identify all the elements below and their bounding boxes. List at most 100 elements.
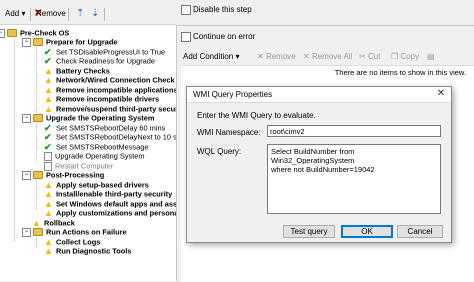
tree-node-label: Upgrade Operating System [55,151,145,161]
warning-icon: ▲ [44,189,53,200]
tree-node[interactable]: ▲ Apply customizations and persona [44,208,176,219]
tree-node[interactable]: ▲ Install/enable third-party security [44,189,173,200]
copy-icon: ❐ [391,52,399,61]
ok-button[interactable]: OK [341,225,393,238]
tree-node[interactable]: ▲ Collect Logs [44,237,100,248]
disable-step-label: Disable this step [193,5,252,14]
remove-label: Remove [36,9,66,18]
tree-node-label: Run Diagnostic Tools [56,246,132,256]
folder-icon [7,29,17,38]
warning-icon: ▲ [44,208,53,219]
tree-node[interactable]: ▲ Run Diagnostic Tools [44,246,132,257]
tree-node-label: Check Readiness for Upgrade [56,56,156,66]
collapse-icon[interactable]: − [22,113,31,123]
dialog-instruction: Enter the WMI Query to evaluate. [197,111,316,120]
folder-icon [33,228,43,237]
tree-node[interactable]: Upgrade Operating System [44,151,145,161]
tree-node-label: Post-Processing [46,170,105,180]
warning-icon: ▲ [44,85,53,96]
tree-node-label: Prepare for Upgrade [46,37,118,47]
check-icon: ✔ [44,132,52,143]
tree-node[interactable]: ▲ Remove incompatible drivers [44,94,160,105]
warning-icon: ▲ [44,75,53,86]
move-down-icon[interactable]: ⇣ [91,8,99,20]
copy-label: Copy [400,52,420,61]
check-icon: ✔ [44,47,52,58]
remove-icon: ✕ [257,52,264,61]
tree-node[interactable]: ✔ Set TSDisableProgressUI to True [44,47,165,58]
tree-node[interactable]: − Run Actions on Failure [22,227,127,237]
copy-button[interactable]: ❐ Copy [391,52,419,61]
divider [177,25,474,26]
toolbar: Add ▾ ✕ Remove ⇡ ⇣ [0,0,176,25]
paste-icon[interactable]: ▤ [427,52,435,61]
disable-step-checkbox[interactable] [181,5,191,15]
tree-node[interactable]: ✔ Set SMSTSRebootDelayNext to 10 secs [44,132,176,143]
tree-node[interactable]: Restart Computer [44,161,113,171]
add-label: Add [5,9,20,18]
tree-node-label: Install/enable third-party security [56,189,173,199]
toolbar-divider [104,8,105,21]
tree-node[interactable]: ▲ Network/Wired Connection Check [44,75,175,86]
folder-icon [33,171,43,180]
cut-button[interactable]: ✂ Cut [359,52,380,61]
collapse-icon[interactable]: − [22,227,31,237]
continue-on-error-label: Continue on error [193,32,256,41]
folder-icon [33,114,43,123]
add-condition-button[interactable]: Add Condition ▾ [183,52,240,61]
tree-node-label: Remove incompatible drivers [56,94,160,104]
dialog-titlebar: WMI Query Properties ✕ [187,87,451,103]
check-icon: ✔ [44,56,52,67]
add-button[interactable]: Add ▾ [5,8,25,20]
tree-node[interactable]: ✔ Check Readiness for Upgrade [44,56,156,67]
wmi-query-dialog: WMI Query Properties ✕ Enter the WMI Que… [186,86,452,243]
warning-icon: ▲ [44,237,53,248]
tree-node[interactable]: − Upgrade the Operating System [22,113,154,123]
tree-node[interactable]: − Post-Processing [22,170,105,180]
tree-node[interactable]: ▲ Rollback [32,218,75,228]
toolbar-divider [68,8,69,21]
cut-label: Cut [367,52,381,61]
dialog-title: WMI Query Properties [193,90,273,99]
collapse-icon[interactable]: − [22,37,31,47]
tree-node[interactable]: ▲ Battery Checks [44,66,110,77]
close-icon[interactable]: ✕ [435,88,447,100]
remove-condition-button[interactable]: ✕ Remove [257,52,296,61]
collapse-icon[interactable]: − [22,170,31,180]
folder-icon [33,38,43,47]
move-up-icon[interactable]: ⇡ [76,8,84,20]
remove-all-icon: ✕ [303,52,310,61]
chevron-down-icon: ▾ [21,9,26,18]
tree-node[interactable]: ▲ Set Windows default apps and ass [44,199,176,210]
remove-condition-label: Remove [265,52,296,61]
add-condition-label: Add Condition [183,52,234,61]
warning-icon: ▲ [44,246,53,257]
collapse-icon[interactable]: − [0,28,5,38]
query-label: WQL Query: [197,147,242,156]
cancel-button[interactable]: Cancel [397,225,443,238]
continue-on-error-checkbox[interactable] [181,32,191,42]
toolbar-divider [30,8,31,21]
namespace-input[interactable]: root\cimv2 [267,125,441,137]
task-sequence-tree: −Pre-Check OS−Prepare for Upgrade✔Set TS… [0,25,177,281]
tree-node[interactable]: ▲ Remove/suspend third-party security [44,104,176,115]
warning-icon: ▲ [44,66,53,77]
warning-icon: ▲ [44,104,53,115]
conditions-toolbar: Add Condition ▾ ✕ Remove ✕ Remove All ✂ … [181,50,474,64]
namespace-label: WMI Namespace: [197,128,261,137]
tree-node[interactable]: − Prepare for Upgrade [22,37,118,47]
tree-node-label: Network/Wired Connection Check [56,75,175,85]
tree-node[interactable]: ▲ Remove incompatible applications [44,85,176,96]
remove-all-button[interactable]: ✕ Remove All [303,52,352,61]
warning-icon: ▲ [44,199,53,210]
test-query-button[interactable]: Test query [283,225,335,238]
wql-query-textarea[interactable]: Select BuildNumber from Win32_OperatingS… [267,144,441,214]
tree-node[interactable]: ✔ Set SMSTSRebootDelay 60 mins [44,123,165,133]
tree-node[interactable]: ✔ Set SMSTSRebootMessage [44,142,148,152]
chevron-down-icon: ▾ [235,52,240,61]
tree-node[interactable]: −Pre-Check OS [0,28,69,38]
remove-button[interactable]: Remove [36,8,66,20]
tree-node[interactable]: ▲ Apply setup-based drivers [44,180,149,191]
warning-icon: ▲ [44,180,53,191]
warning-icon: ▲ [44,94,53,105]
